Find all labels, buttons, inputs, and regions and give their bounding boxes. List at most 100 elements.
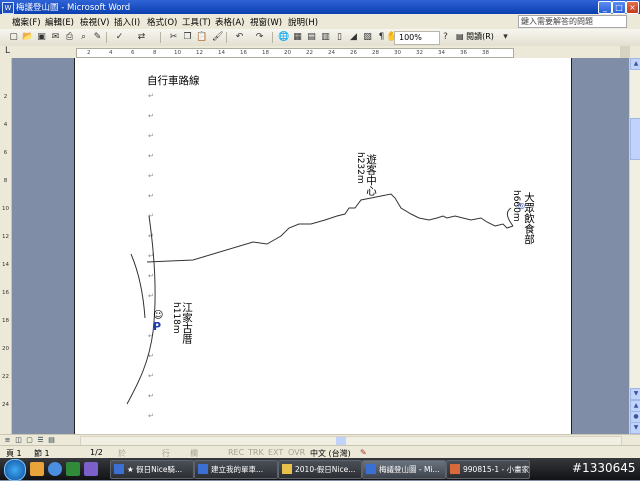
menu-bar: 檔案(F) 編輯(E) 檢視(V) 插入(I) 格式(O) 工具(T) 表格(A… (0, 14, 640, 30)
print-icon[interactable]: ⎙ (64, 32, 75, 43)
document-area[interactable]: 自行車路線 ↵ ↵ ↵ ↵ ↵ ↵ ↵ ↵ ↵ ↵ ↵ ↵ ↵ ↵ ↵ ↵ 遊客… (12, 58, 629, 434)
cut-icon[interactable]: ✂ (168, 32, 179, 43)
reading-icon: ▤ (456, 32, 464, 41)
ruler-tick: 10 (2, 206, 9, 212)
menu-insert[interactable]: 插入(I) (114, 16, 140, 28)
task-button[interactable]: 2010-假日Nice... (278, 460, 362, 479)
task-button[interactable]: 990815-1 - 小畫家 (446, 460, 530, 479)
status-rec[interactable]: REC (228, 448, 244, 457)
label-restaurant[interactable]: 大眾飲食部 (523, 192, 535, 245)
route-drawing[interactable] (75, 58, 571, 434)
research-icon[interactable]: ✎ (92, 32, 103, 43)
menu-table[interactable]: 表格(A) (215, 16, 244, 28)
start-button[interactable] (4, 459, 26, 481)
next-page-icon[interactable]: ▼ (630, 422, 640, 434)
task-label: 2010-假日Nice... (295, 465, 356, 474)
open-folder-icon[interactable]: 📂 (22, 32, 33, 43)
task-label: 建立我的單車... (211, 465, 264, 474)
vertical-scroll-thumb[interactable] (630, 118, 640, 160)
desktop-icon[interactable] (84, 462, 98, 476)
ruler-tick: 14 (218, 50, 225, 56)
drawing-icon[interactable]: ◢ (348, 32, 359, 43)
hyperlink-icon[interactable]: 🌐 (278, 32, 289, 43)
menu-format[interactable]: 格式(O) (147, 16, 177, 28)
status-ovr[interactable]: OVR (288, 448, 305, 457)
vertical-scrollbar[interactable]: ▲ ▼ ▲ ● ▼ (629, 58, 640, 434)
paste-icon[interactable]: 📋 (196, 32, 207, 43)
horizontal-ruler[interactable]: 2 4 6 8 10 12 14 16 18 20 22 24 26 28 30… (76, 48, 514, 58)
ruler-tick: 16 (2, 290, 9, 296)
save-icon[interactable]: ▣ (36, 32, 47, 43)
task-button[interactable]: 建立我的單車... (194, 460, 278, 479)
close-button[interactable]: × (626, 1, 639, 14)
ruler-tick: 30 (394, 50, 401, 56)
ruler-tick: 28 (372, 50, 379, 56)
ie-icon[interactable] (48, 462, 62, 476)
new-document-icon[interactable]: ▢ (8, 32, 19, 43)
help-icon[interactable]: ? (440, 32, 451, 43)
ruler-tick: 32 (416, 50, 423, 56)
word-app-icon[interactable]: W (2, 2, 14, 14)
minimize-button[interactable]: _ (598, 1, 612, 14)
menu-window[interactable]: 視窗(W) (250, 16, 282, 28)
reading-mode-button[interactable]: ▤ 閱讀(R) (456, 31, 498, 43)
document-map-icon[interactable]: ▧ (362, 32, 373, 43)
menu-tools[interactable]: 工具(T) (182, 16, 211, 28)
web-layout-icon[interactable]: ◫ (14, 436, 23, 444)
ruler-tick: 6 (3, 150, 8, 156)
zoom-select[interactable]: 100% (394, 31, 440, 45)
menu-view[interactable]: 檢視(V) (80, 16, 109, 28)
reading-layout-icon[interactable]: ▤ (47, 436, 56, 444)
menu-edit[interactable]: 編輯(E) (45, 16, 74, 28)
print-layout-icon[interactable]: ▢ (25, 436, 34, 444)
copy-icon[interactable]: ❐ (182, 32, 193, 43)
normal-view-icon[interactable]: ≡ (3, 436, 12, 444)
tables-borders-icon[interactable]: ▦ (292, 32, 303, 43)
columns-icon[interactable]: ▯ (334, 32, 345, 43)
label-temple-height[interactable]: h118m (171, 302, 181, 334)
ruler-toggle-icon[interactable] (620, 46, 630, 58)
title-bar: W 梅議登山圖 - Microsoft Word _ □ × (0, 0, 640, 14)
label-visitor-center-height[interactable]: h232m (355, 152, 365, 184)
spelling-status-icon[interactable]: ✎ (360, 448, 367, 457)
menu-file[interactable]: 檔案(F) (12, 16, 41, 28)
status-bar: 頁 1 節 1 1/2 於 行 欄 REC TRK EXT OVR 中文 (台灣… (0, 445, 640, 459)
status-trk[interactable]: TRK (248, 448, 264, 457)
document-page[interactable]: 自行車路線 ↵ ↵ ↵ ↵ ↵ ↵ ↵ ↵ ↵ ↵ ↵ ↵ ↵ ↵ ↵ ↵ 遊客… (74, 58, 572, 434)
task-icon (366, 464, 376, 474)
outline-view-icon[interactable]: ☰ (36, 436, 45, 444)
ruler-tick: 38 (482, 50, 489, 56)
tab-selector-icon[interactable]: L (2, 46, 13, 57)
status-ext[interactable]: EXT (268, 448, 283, 457)
ruler-tick: 20 (2, 346, 9, 352)
print-preview-icon[interactable]: ⌕ (78, 32, 89, 43)
media-icon[interactable] (66, 462, 80, 476)
task-button[interactable]: ★ 假日Nice騎... (110, 460, 194, 479)
translate-icon[interactable]: ⇄ (136, 32, 147, 43)
task-button-active[interactable]: 梅議登山圖 - Mi... (362, 460, 446, 479)
undo-icon[interactable]: ↶ (234, 32, 245, 43)
insert-table-icon[interactable]: ▤ (306, 32, 317, 43)
help-search-input[interactable]: 鍵入需要解答的問題 (518, 15, 627, 28)
ruler-tick: 8 (3, 178, 8, 184)
status-pages: 1/2 (90, 448, 103, 457)
spelling-icon[interactable]: ✓ (114, 32, 125, 43)
maximize-button[interactable]: □ (612, 1, 626, 14)
redo-icon[interactable]: ↷ (254, 32, 265, 43)
format-painter-icon[interactable]: 🖌 (212, 32, 223, 43)
permission-icon[interactable]: ✉ (50, 32, 61, 43)
vertical-road-line (126, 215, 156, 405)
side-branch-line (130, 253, 146, 319)
scroll-down-icon[interactable]: ▼ (630, 388, 640, 400)
vertical-ruler[interactable]: 2 4 6 8 10 12 14 16 18 20 22 24 (0, 58, 12, 434)
menu-help[interactable]: 說明(H) (288, 16, 318, 28)
insert-excel-icon[interactable]: ▥ (320, 32, 331, 43)
label-visitor-center[interactable]: 遊客中心 (365, 154, 377, 196)
horizontal-scroll-thumb[interactable] (336, 437, 346, 445)
watermark: #1330645 (572, 461, 636, 475)
scroll-up-icon[interactable]: ▲ (630, 58, 640, 70)
toolbar-separator (272, 32, 273, 43)
explorer-icon[interactable] (30, 462, 44, 476)
toolbar-options-icon[interactable]: ▾ (500, 32, 511, 43)
label-temple[interactable]: 江家古厝 (181, 302, 193, 344)
